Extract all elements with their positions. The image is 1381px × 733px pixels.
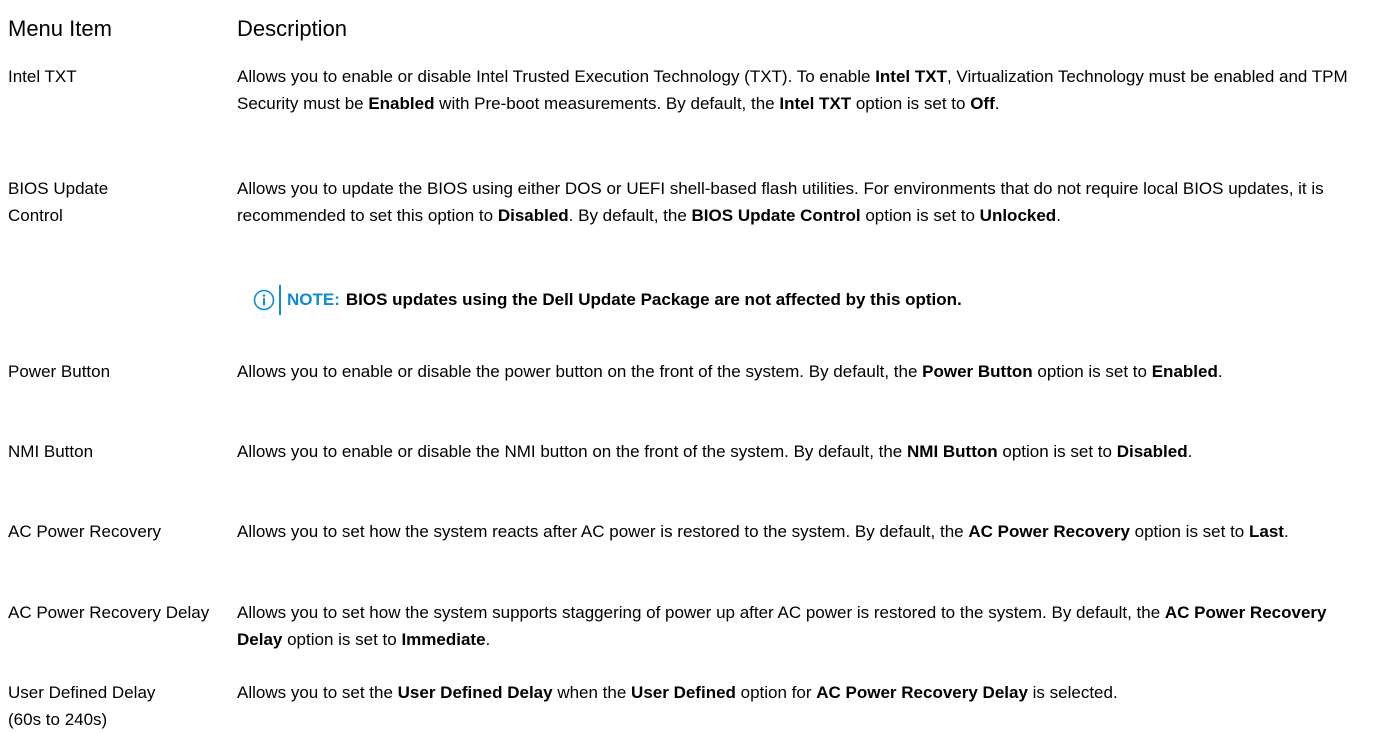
- row-item: AC Power Recovery Delay: [8, 603, 210, 622]
- note-text: BIOS updates using the Dell Update Packa…: [345, 290, 962, 309]
- option-value-text: Disabled: [1116, 442, 1188, 461]
- option-value-text: Intel TXT: [779, 94, 852, 113]
- row-description: Allows you to set how the system support…: [237, 599, 1374, 653]
- description-text: option is set to: [851, 94, 971, 113]
- row-description: Allows you to enable or disable Intel Tr…: [237, 63, 1374, 117]
- row-item: BIOS Update Control: [8, 179, 109, 225]
- description-text: Allows you to enable or disable the powe…: [237, 362, 923, 381]
- row-description: Allows you to update the BIOS using eith…: [237, 175, 1374, 229]
- description-text: option is set to: [997, 442, 1117, 461]
- description-text: when the: [552, 683, 632, 702]
- description-text: .: [994, 94, 1000, 113]
- option-value-text: NMI Button: [907, 442, 998, 461]
- row-item: User Defined Delay (60s to 240s): [8, 683, 156, 729]
- note-divider: [279, 285, 281, 315]
- description-text: .: [485, 630, 491, 649]
- description-text: option is set to: [282, 630, 402, 649]
- option-value-text: Enabled: [1151, 362, 1218, 381]
- option-value-text: Last: [1248, 522, 1284, 541]
- table-header: Menu Item Description: [8, 14, 1374, 44]
- option-value-text: Power Button: [922, 362, 1033, 381]
- row-item: Intel TXT: [8, 67, 77, 86]
- note-callout: NOTE: BIOS updates using the Dell Update…: [253, 285, 962, 315]
- description-text: Allows you to set how the system reacts …: [237, 522, 969, 541]
- description-text: .: [1283, 522, 1289, 541]
- option-value-text: AC Power Recovery: [968, 522, 1130, 541]
- note-label: NOTE:: [287, 290, 340, 309]
- header-menu-item: Menu Item: [8, 16, 112, 41]
- row-description: Allows you to enable or disable the NMI …: [237, 438, 1374, 465]
- row-description: Allows you to set the User Defined Delay…: [237, 679, 1374, 706]
- description-text: option is set to: [1032, 362, 1152, 381]
- row-description: Allows you to enable or disable the powe…: [237, 358, 1374, 385]
- header-description: Description: [237, 16, 348, 41]
- option-value-text: User Defined Delay: [397, 683, 553, 702]
- option-value-text: User Defined: [631, 683, 736, 702]
- description-text: Allows you to enable or disable Intel Tr…: [237, 67, 876, 86]
- info-icon: [253, 289, 275, 311]
- row-item: NMI Button: [8, 442, 94, 461]
- description-text: Allows you to enable or disable the NMI …: [237, 442, 907, 461]
- description-text: .: [1217, 362, 1223, 381]
- row-item: Power Button: [8, 362, 111, 381]
- row-description: Allows you to set how the system reacts …: [237, 518, 1374, 545]
- description-text: Allows you to set the: [237, 683, 398, 702]
- option-value-text: Enabled: [368, 94, 435, 113]
- option-value-text: Immediate: [401, 630, 486, 649]
- option-value-text: AC Power Recovery Delay: [816, 683, 1028, 702]
- description-text: . By default, the: [568, 206, 692, 225]
- row-item: AC Power Recovery: [8, 522, 162, 541]
- option-value-text: BIOS Update Control: [691, 206, 861, 225]
- description-text: option for: [735, 683, 817, 702]
- option-value-text: Intel TXT: [875, 67, 947, 86]
- description-text: option is set to: [860, 206, 980, 225]
- option-value-text: Unlocked: [979, 206, 1057, 225]
- option-value-text: Disabled: [497, 206, 569, 225]
- option-value-text: Off: [970, 94, 995, 113]
- description-text: .: [1056, 206, 1061, 225]
- description-text: Allows you to set how the system support…: [237, 603, 1165, 622]
- description-text: option is set to: [1129, 522, 1249, 541]
- description-text: is selected.: [1027, 683, 1118, 702]
- description-text: .: [1187, 442, 1193, 461]
- description-text: with Pre-boot measurements. By default, …: [434, 94, 780, 113]
